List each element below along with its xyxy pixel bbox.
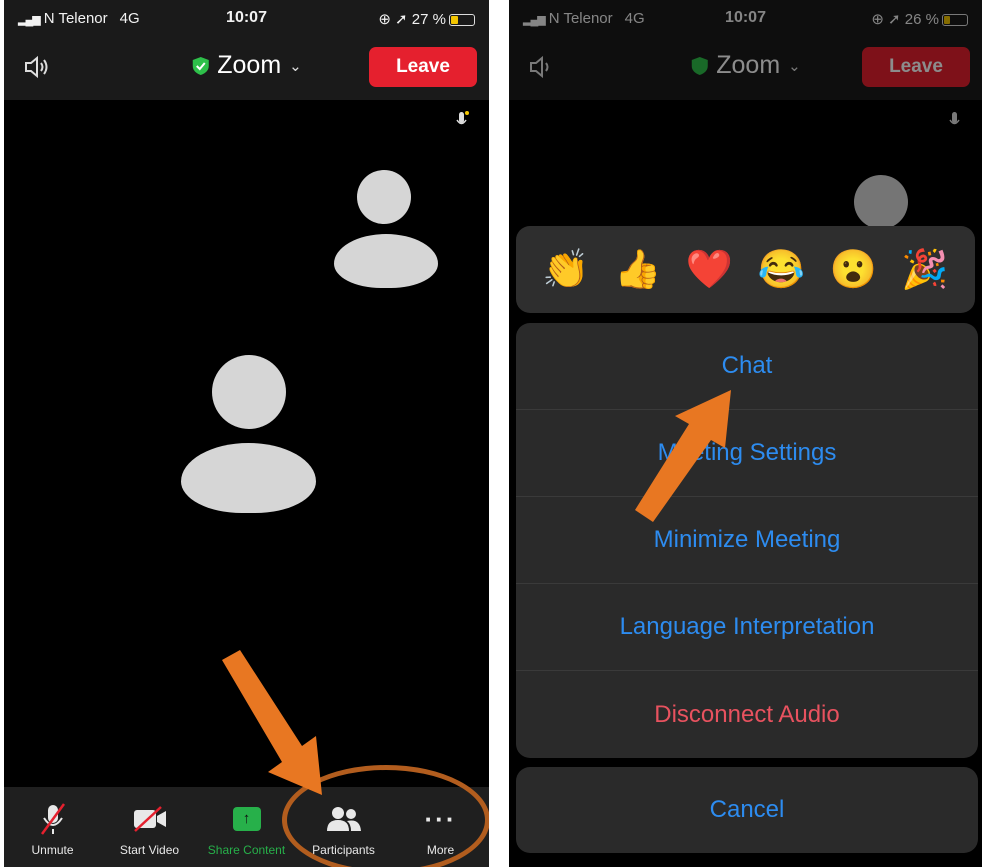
menu-item-disconnect-audio[interactable]: Disconnect Audio (516, 671, 978, 758)
location-icon: ⊕ ➚ (378, 11, 408, 28)
battery-icon (449, 14, 475, 27)
annotation-arrow-icon (222, 650, 322, 795)
unmute-button[interactable]: Unmute (8, 801, 98, 857)
tutorial-composite: ▂▄▆ N Telenor 4G 10:07 ⊕ ➚ 27 % Zoom ⌄ Lea… (0, 0, 984, 867)
right-screenshot: ▂▄▆ N Telenor 4G 10:07 ⊕ ➚ 26 % Zoom ⌄ Lea… (509, 0, 982, 867)
signal-icon: ▂▄▆ (18, 14, 41, 26)
cancel-button[interactable]: Cancel (516, 767, 978, 853)
thumbs-up-icon[interactable]: 👍 (608, 248, 668, 292)
participant-avatar (334, 170, 438, 290)
clap-icon[interactable]: 👏 (536, 248, 596, 292)
video-off-icon (133, 806, 166, 832)
meeting-title[interactable]: Zoom ⌄ (191, 51, 302, 80)
laughing-icon[interactable]: 😂 (751, 248, 811, 292)
share-screen-icon: ↑ (232, 807, 261, 831)
surprised-icon[interactable]: 😮 (823, 248, 883, 292)
meeting-header: Zoom ⌄ Leave (4, 38, 489, 100)
shield-icon (192, 56, 209, 75)
left-screenshot: ▂▄▆ N Telenor 4G 10:07 ⊕ ➚ 27 % Zoom ⌄ Lea… (4, 0, 489, 867)
start-video-button[interactable]: Start Video (105, 801, 195, 857)
battery-info: ⊕ ➚ 27 % (378, 10, 475, 28)
self-avatar (181, 355, 316, 515)
chevron-down-icon: ⌄ (289, 57, 302, 75)
party-icon[interactable]: 🎉 (895, 248, 955, 292)
muted-mic-icon (40, 803, 65, 835)
reaction-bar: 👏 👍 ❤️ 😂 😮 🎉 (516, 226, 975, 313)
mic-icon (456, 111, 469, 125)
menu-item-language-interpretation[interactable]: Language Interpretation (516, 584, 978, 671)
clock: 10:07 (226, 9, 267, 26)
heart-icon[interactable]: ❤️ (680, 248, 740, 292)
carrier-info: ▂▄▆ N Telenor 4G (18, 10, 140, 27)
status-bar: ▂▄▆ N Telenor 4G 10:07 ⊕ ➚ 27 % (4, 0, 489, 38)
share-content-button[interactable]: ↑ Share Content (202, 801, 292, 857)
annotation-arrow-icon (635, 390, 731, 522)
speaker-icon[interactable] (22, 52, 52, 82)
leave-button[interactable]: Leave (369, 47, 477, 87)
